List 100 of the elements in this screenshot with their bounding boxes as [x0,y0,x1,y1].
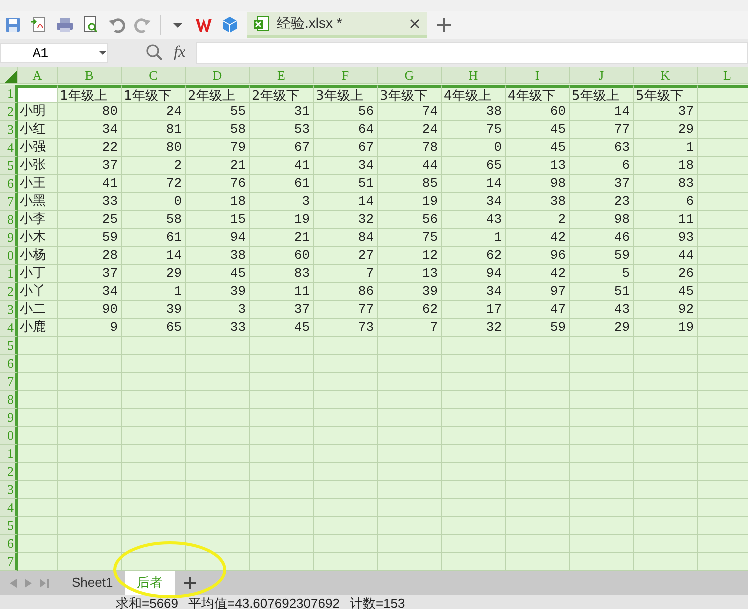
table-cell: 23 [570,193,634,211]
empty-cell [250,427,314,445]
export-pdf-icon[interactable] [30,16,48,34]
cube-icon[interactable] [221,16,239,34]
column-header[interactable]: F [314,67,378,84]
column-header[interactable]: D [186,67,250,84]
empty-cell [186,391,250,409]
empty-cell [570,355,634,373]
empty-cell [250,391,314,409]
table-cell: 37 [634,103,698,121]
empty-cell [570,337,634,355]
row-number: 4 [0,139,18,157]
empty-cell [186,409,250,427]
row-number: 0 [0,247,18,265]
table-cell: 61 [122,229,186,247]
save-icon[interactable] [4,16,22,34]
table-cell: 75 [442,121,506,139]
empty-cell [186,373,250,391]
table-cell: 45 [186,265,250,283]
row-number: 1 [0,265,18,283]
active-cell[interactable] [18,85,58,103]
select-all-icon[interactable] [5,71,17,83]
empty-cell [186,481,250,499]
empty-cell [58,535,122,553]
empty-cell [122,535,186,553]
column-header[interactable]: H [442,67,506,84]
empty-cell [634,391,698,409]
formula-input[interactable] [196,42,748,64]
empty-cell [250,463,314,481]
table-cell: 51 [314,175,378,193]
function-button[interactable]: fx [174,44,186,62]
table-cell: 18 [186,193,250,211]
add-tab-icon[interactable] [435,16,453,34]
table-cell: 3 [186,301,250,319]
search-icon[interactable] [146,44,164,62]
count-readout: 计数=153 [350,594,406,609]
table-cell: 93 [634,229,698,247]
table-cell: 39 [378,283,442,301]
table-cell: 17 [442,301,506,319]
column-header[interactable]: E [250,67,314,84]
column-header[interactable]: A [18,67,58,84]
table-cell: 92 [634,301,698,319]
file-tab[interactable]: 经验.xlsx * [247,12,427,38]
row-number: 6 [0,355,18,373]
table-cell: 5 [570,265,634,283]
row-number: 1 [0,85,18,103]
empty-cell [378,427,442,445]
table-cell: 59 [58,229,122,247]
table-cell: 34 [58,283,122,301]
column-header[interactable]: L [698,67,748,84]
empty-cell [378,499,442,517]
print-icon[interactable] [56,16,74,34]
empty-cell [314,409,378,427]
column-header[interactable]: I [506,67,570,84]
empty-cell [250,373,314,391]
table-cell: 小黑 [18,193,58,211]
sheet-tab[interactable]: Sheet1 [60,571,126,595]
empty-cell [58,337,122,355]
table-cell: 小强 [18,139,58,157]
table-cell: 6 [634,193,698,211]
empty-cell [314,391,378,409]
column-header[interactable]: B [58,67,122,84]
column-header[interactable]: K [634,67,698,84]
print-preview-icon[interactable] [82,16,100,34]
sheet-tab[interactable]: 后者 [125,571,176,595]
empty-cell [506,517,570,535]
table-cell: 41 [250,157,314,175]
next-sheet-icon[interactable] [25,578,32,588]
empty-cell [250,337,314,355]
empty-cell [442,427,506,445]
table-cell: 11 [634,211,698,229]
table-cell: 74 [378,103,442,121]
row-number: 7 [0,553,18,571]
table-cell: 94 [186,229,250,247]
empty-cell [378,355,442,373]
column-header[interactable]: J [570,67,634,84]
wps-logo-icon[interactable] [195,16,213,34]
empty-cell [122,409,186,427]
empty-cell [634,463,698,481]
table-cell: 63 [570,139,634,157]
table-cell: 45 [506,121,570,139]
table-cell: 3 [250,193,314,211]
close-icon[interactable] [409,18,421,30]
undo-icon[interactable] [108,16,126,34]
table-cell: 77 [570,121,634,139]
empty-cell [58,355,122,373]
name-box[interactable]: A1 [0,43,108,63]
dropdown-arrow-icon[interactable] [99,50,107,56]
table-cell: 53 [250,121,314,139]
table-cell: 67 [250,139,314,157]
last-sheet-icon[interactable] [40,578,49,588]
table-cell: 33 [186,319,250,337]
column-header[interactable]: C [122,67,186,84]
table-cell: 47 [506,301,570,319]
previous-sheet-icon[interactable] [10,578,17,588]
empty-cell [314,463,378,481]
table-cell: 29 [634,121,698,139]
column-header[interactable]: G [378,67,442,84]
table-cell: 2年级下 [250,85,314,103]
redo-icon[interactable] [134,16,152,34]
